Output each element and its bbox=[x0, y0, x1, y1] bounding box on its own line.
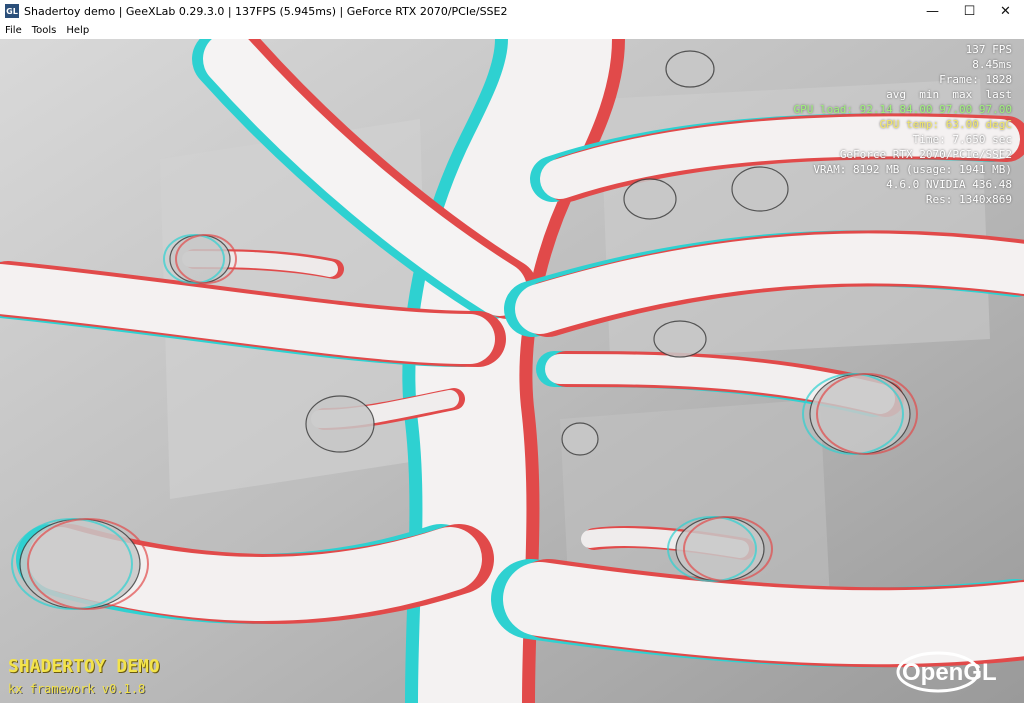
minimize-button[interactable]: — bbox=[914, 0, 951, 22]
maximize-icon: ☐ bbox=[963, 3, 976, 19]
window-titlebar: GL Shadertoy demo | GeeXLab 0.29.3.0 | 1… bbox=[0, 0, 1024, 22]
menu-file[interactable]: File bbox=[0, 25, 27, 36]
hud-gpu-load: GPU load: 92.14 84.00 97.00 97.00 bbox=[793, 103, 1012, 116]
minimize-icon: — bbox=[926, 3, 939, 19]
maximize-button[interactable]: ☐ bbox=[951, 0, 988, 22]
hud-gpu-temp: GPU temp: 63.00 degC bbox=[879, 118, 1012, 131]
geexlab-app-icon: GL bbox=[5, 4, 19, 18]
stats-hud: 137 FPS 8.45ms Frame: 1828 avg min max last… bbox=[793, 42, 1012, 207]
framework-version: kx framework v0.1.8 bbox=[8, 682, 146, 696]
close-button[interactable]: ✕ bbox=[987, 0, 1024, 22]
menu-help[interactable]: Help bbox=[61, 25, 94, 36]
menu-bar: File Tools Help bbox=[0, 22, 1024, 40]
window-title: Shadertoy demo | GeeXLab 0.29.3.0 | 137F… bbox=[24, 4, 508, 18]
hud-frame-time: 8.45ms bbox=[972, 58, 1012, 71]
hud-resolution: Res: 1340x869 bbox=[925, 193, 1012, 206]
close-icon: ✕ bbox=[1000, 3, 1011, 19]
hud-stats-header: avg min max last bbox=[886, 88, 1012, 101]
hud-vram: VRAM: 8192 MB (usage: 1941 MB) bbox=[813, 163, 1012, 176]
hud-gpu-name: GeForce RTX 2070/PCIe/SSE2 bbox=[839, 148, 1012, 161]
hud-frame: Frame: 1828 bbox=[939, 73, 1012, 86]
opengl-logo: OpenGL bbox=[896, 651, 997, 693]
demo-title: SHADERTOY DEMO bbox=[8, 656, 160, 677]
hud-fps: 137 FPS bbox=[965, 43, 1012, 56]
menu-tools[interactable]: Tools bbox=[27, 25, 62, 36]
hud-driver: 4.6.0 NVIDIA 436.48 bbox=[886, 178, 1012, 191]
opengl-logo-text: OpenGL bbox=[902, 659, 997, 686]
render-viewport[interactable]: 137 FPS 8.45ms Frame: 1828 avg min max last… bbox=[0, 39, 1024, 703]
hud-time: Time: 7.650 sec bbox=[912, 133, 1012, 146]
